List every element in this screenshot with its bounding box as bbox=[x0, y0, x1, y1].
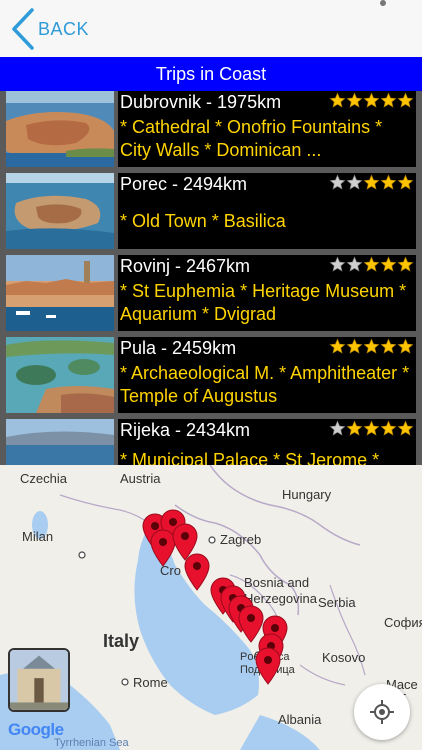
star-filled-icon bbox=[346, 92, 363, 108]
trip-thumbnail bbox=[6, 255, 114, 331]
map-label-milan: Milan bbox=[22, 529, 54, 544]
trip-name: Rijeka - 2434km bbox=[120, 420, 251, 440]
rating-stars bbox=[328, 338, 414, 356]
trip-info: Pula - 2459km * Archaeological M. * Amph… bbox=[118, 337, 416, 413]
chevron-left-icon bbox=[12, 8, 34, 50]
trip-row-pula[interactable]: Pula - 2459km * Archaeological M. * Amph… bbox=[0, 337, 422, 415]
star-filled-icon bbox=[397, 256, 414, 272]
map-pin-icon[interactable] bbox=[184, 553, 210, 591]
star-filled-icon bbox=[380, 92, 397, 108]
rating-stars bbox=[328, 92, 414, 110]
trip-name: Porec - 2494km bbox=[120, 174, 248, 194]
trip-sights: * Cathedral * Onofrio Fountains * City W… bbox=[120, 117, 383, 160]
map-label-kosovo: Kosovo bbox=[322, 650, 366, 665]
star-filled-icon bbox=[363, 338, 380, 354]
trip-sights: * Municipal Palace * St Jerome * bbox=[120, 450, 380, 465]
trip-sights: * St Euphemia * Heritage Museum * Aquari… bbox=[120, 281, 407, 324]
map-label-sea: Tyrrhenian Sea bbox=[54, 737, 129, 749]
map-label-serbia: Serbia bbox=[318, 595, 356, 610]
star-filled-icon bbox=[380, 256, 397, 272]
map-pin-icon[interactable] bbox=[255, 647, 281, 685]
trip-row-porec[interactable]: Porec - 2494km * Old Town * Basilica bbox=[0, 173, 422, 251]
star-empty-icon bbox=[329, 420, 346, 436]
star-filled-icon bbox=[363, 174, 380, 190]
locate-button[interactable] bbox=[354, 684, 410, 740]
star-filled-icon bbox=[397, 338, 414, 354]
rating-stars bbox=[328, 256, 414, 274]
star-filled-icon bbox=[397, 174, 414, 190]
star-filled-icon bbox=[380, 174, 397, 190]
trip-sights: * Old Town * Basilica bbox=[120, 211, 286, 231]
trip-name: Rovinj - 2467km bbox=[120, 256, 251, 276]
star-filled-icon bbox=[380, 420, 397, 436]
trip-name: Pula - 2459km bbox=[120, 338, 237, 358]
map-label-austria: Austria bbox=[120, 471, 161, 486]
map-label-zagreb: Zagreb bbox=[220, 532, 262, 547]
map-label-rome: Rome bbox=[133, 675, 168, 690]
trip-row-rovinj[interactable]: Rovinj - 2467km * St Euphemia * Heritage… bbox=[0, 255, 422, 333]
star-empty-icon bbox=[329, 174, 346, 190]
star-empty-icon bbox=[329, 256, 346, 272]
star-filled-icon bbox=[346, 420, 363, 436]
trip-info: Porec - 2494km * Old Town * Basilica bbox=[118, 173, 416, 249]
map-view[interactable]: Czechia Austria Hungary Milan Zagreb Cro… bbox=[0, 465, 422, 750]
map-label-sofia: София bbox=[384, 615, 422, 630]
star-filled-icon bbox=[397, 92, 414, 108]
map-label-albania: Albania bbox=[278, 712, 322, 727]
rating-stars bbox=[328, 420, 414, 438]
trip-sights: * Archaeological M. * Amphitheater * Tem… bbox=[120, 363, 410, 406]
trip-thumbnail bbox=[6, 91, 114, 167]
star-empty-icon bbox=[346, 174, 363, 190]
page-title: Trips in Coast bbox=[0, 57, 422, 91]
map-label-bosnia: Bosnia and bbox=[244, 575, 310, 590]
map-label-herzegovina: Herzegovina bbox=[244, 591, 317, 606]
more-indicator bbox=[380, 0, 386, 6]
star-filled-icon bbox=[363, 92, 380, 108]
star-filled-icon bbox=[329, 92, 346, 108]
trip-thumbnail bbox=[6, 419, 114, 465]
trip-info: Rijeka - 2434km * Municipal Palace * St … bbox=[118, 419, 416, 465]
star-filled-icon bbox=[397, 420, 414, 436]
trip-thumbnail bbox=[6, 173, 114, 249]
google-logo-text: Google bbox=[8, 720, 64, 739]
map-label-czechia: Czechia bbox=[20, 471, 67, 486]
trip-list[interactable]: Dubrovnik - 1975km * Cathedral * Onofrio… bbox=[0, 91, 422, 465]
trip-info: Rovinj - 2467km * St Euphemia * Heritage… bbox=[118, 255, 416, 331]
crosshair-icon bbox=[370, 700, 394, 724]
trip-name: Dubrovnik - 1975km bbox=[120, 92, 282, 112]
trip-row-dubrovnik[interactable]: Dubrovnik - 1975km * Cathedral * Onofrio… bbox=[0, 91, 422, 169]
google-logo: Google bbox=[8, 720, 64, 740]
star-filled-icon bbox=[346, 338, 363, 354]
trip-thumbnail bbox=[6, 337, 114, 413]
nav-bar: BACK bbox=[0, 0, 422, 57]
back-label: BACK bbox=[38, 18, 90, 39]
trip-info: Dubrovnik - 1975km * Cathedral * Onofrio… bbox=[118, 91, 416, 167]
star-empty-icon bbox=[346, 256, 363, 272]
star-filled-icon bbox=[329, 338, 346, 354]
trip-row-rijeka[interactable]: Rijeka - 2434km * Municipal Palace * St … bbox=[0, 419, 422, 465]
back-button[interactable]: BACK bbox=[8, 6, 89, 52]
star-filled-icon bbox=[363, 256, 380, 272]
rating-stars bbox=[328, 174, 414, 192]
star-filled-icon bbox=[363, 420, 380, 436]
map-label-hungary: Hungary bbox=[282, 487, 332, 502]
map-preview-card[interactable] bbox=[8, 648, 70, 712]
star-filled-icon bbox=[380, 338, 397, 354]
map-label-italy: Italy bbox=[103, 631, 140, 651]
